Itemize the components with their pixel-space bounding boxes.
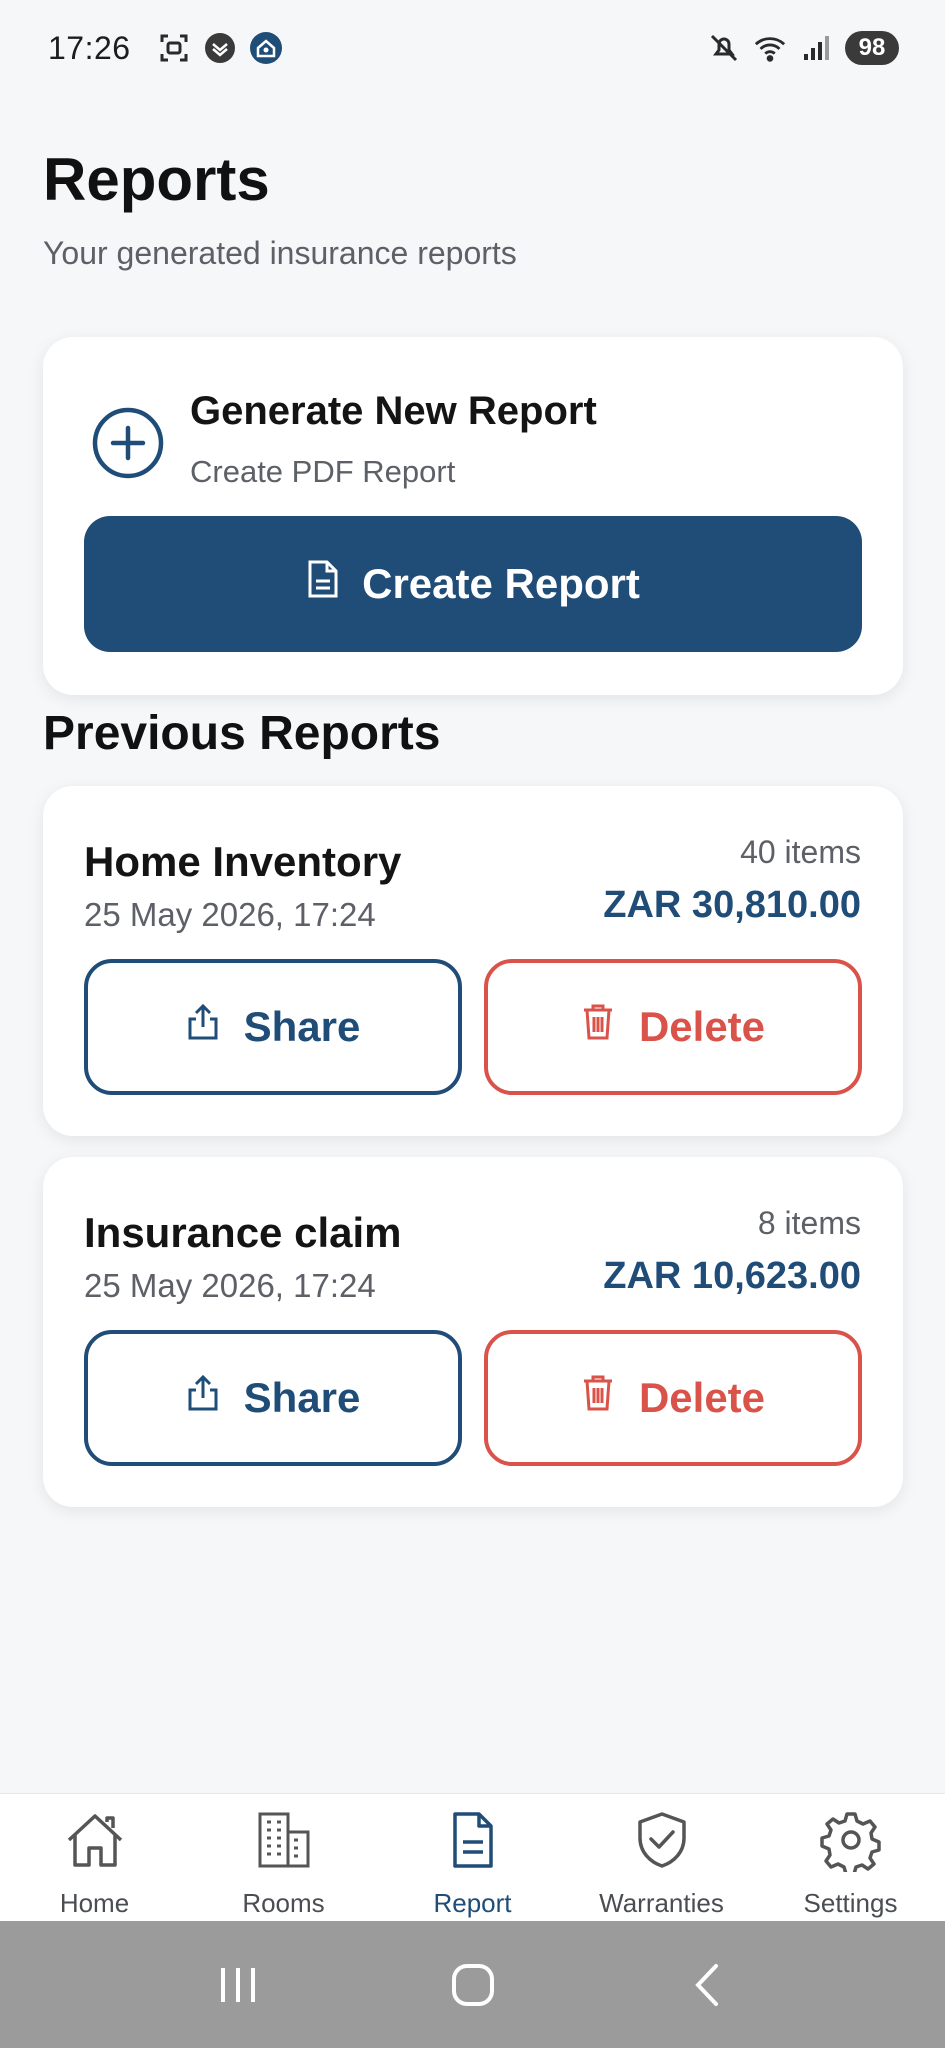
share-icon [186, 1003, 220, 1051]
battery-indicator: 98 [845, 31, 899, 65]
report-item-count: 8 items [757, 1205, 861, 1241]
nav-label-rooms: Rooms [242, 1888, 325, 1918]
nav-item-rooms[interactable]: Rooms [189, 1794, 378, 1921]
status-left: 17:26 [48, 30, 283, 67]
report-date: 25 May 2026, 17:24 [84, 1267, 376, 1304]
plus-circle-icon [91, 406, 165, 480]
status-time: 17:26 [48, 29, 131, 66]
share-label: Share [243, 1374, 361, 1421]
trash-icon [581, 1373, 615, 1423]
nav-label-warranties: Warranties [599, 1888, 724, 1918]
delete-button[interactable]: Delete [484, 959, 862, 1095]
report-total: ZAR 10,623.00 [603, 1255, 861, 1297]
delete-label: Delete [638, 1374, 766, 1421]
page-title: Reports [43, 146, 270, 213]
generate-title: Generate New Report [190, 389, 597, 433]
home-app-icon [249, 31, 283, 65]
nav-label-home: Home [59, 1888, 130, 1918]
report-card: Insurance claim 25 May 2026, 17:24 8 ite… [43, 1157, 903, 1507]
nav-label-report: Report [433, 1888, 512, 1918]
report-date: 25 May 2026, 17:24 [84, 896, 376, 933]
shield-check-icon [203, 31, 237, 65]
delete-label: Delete [638, 1003, 766, 1050]
report-total: ZAR 30,810.00 [603, 884, 861, 926]
report-item-count: 40 items [740, 834, 861, 870]
recent-apps-button[interactable] [203, 1950, 273, 2020]
mute-icon [707, 31, 741, 65]
report-name: Insurance claim [84, 1209, 402, 1256]
status-bar: 17:26 98 [0, 0, 945, 96]
delete-button[interactable]: Delete [484, 1330, 862, 1466]
share-icon [186, 1374, 220, 1422]
nav-item-settings[interactable]: Settings [756, 1794, 945, 1921]
document-icon [306, 559, 340, 609]
nav-item-report[interactable]: Report [378, 1794, 567, 1921]
previous-reports-title: Previous Reports [43, 707, 441, 760]
system-nav-bar [0, 1921, 945, 2048]
house-icon [63, 1808, 127, 1872]
generate-report-card: Generate New Report Create PDF Report Cr… [43, 337, 903, 695]
back-button[interactable] [673, 1950, 743, 2020]
signal-icon [799, 31, 833, 65]
report-card: Home Inventory 25 May 2026, 17:24 40 ite… [43, 786, 903, 1136]
screenshot-icon [157, 31, 191, 65]
generate-subtitle: Create PDF Report [190, 454, 456, 489]
share-label: Share [243, 1003, 361, 1050]
nav-label-settings: Settings [803, 1888, 898, 1918]
trash-icon [581, 1002, 615, 1052]
document-icon [441, 1808, 505, 1872]
wifi-icon [753, 31, 787, 65]
nav-item-home[interactable]: Home [0, 1794, 189, 1921]
shield-check-icon [630, 1808, 694, 1872]
gear-icon [819, 1808, 883, 1876]
home-button[interactable] [438, 1950, 508, 2020]
building-icon [252, 1808, 316, 1872]
create-report-label: Create Report [362, 560, 640, 607]
share-button[interactable]: Share [84, 959, 462, 1095]
create-report-button[interactable]: Create Report [84, 516, 862, 652]
nav-item-warranties[interactable]: Warranties [567, 1794, 756, 1921]
status-right: 98 [707, 31, 899, 65]
bottom-nav: Home Rooms Report Warranties Settings [0, 1793, 945, 1921]
page-subtitle: Your generated insurance reports [43, 235, 517, 271]
share-button[interactable]: Share [84, 1330, 462, 1466]
report-name: Home Inventory [84, 838, 402, 885]
